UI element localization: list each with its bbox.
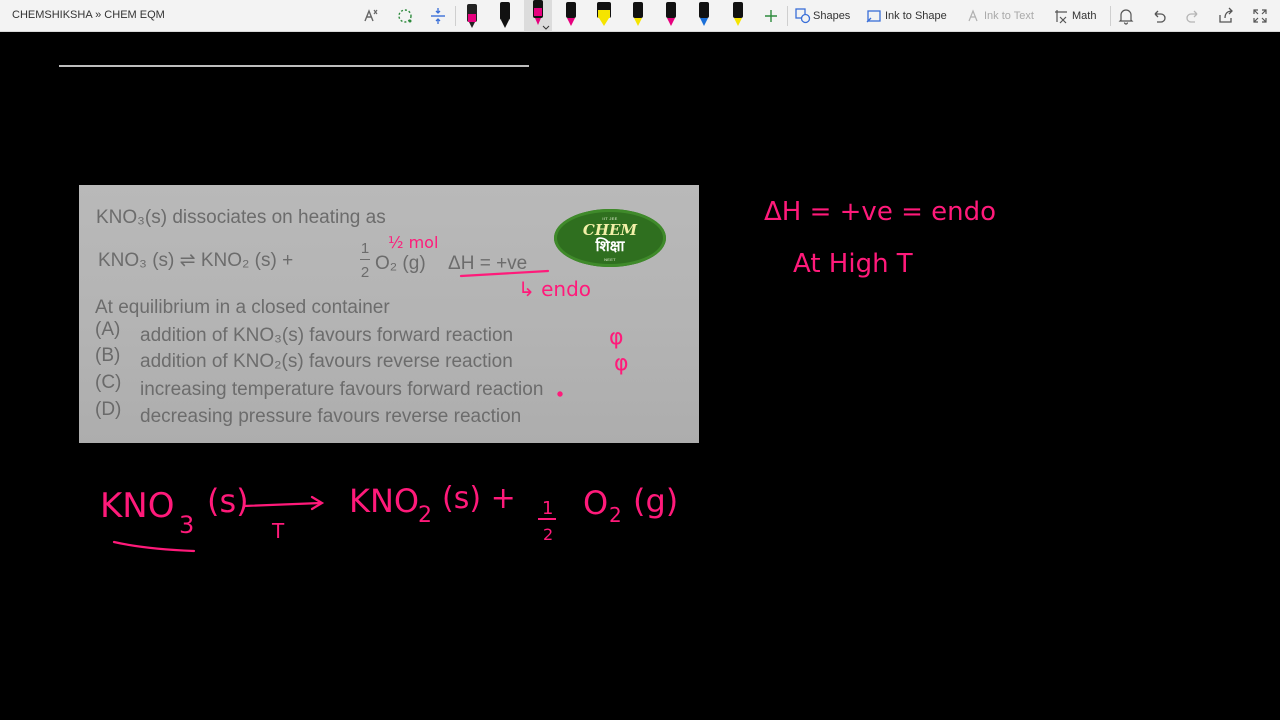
- highlighter-2[interactable]: [624, 0, 652, 32]
- condition-text: At equilibrium in a closed container: [95, 297, 390, 318]
- option-b-label: (B): [95, 345, 121, 366]
- question-intro: KNO₃(s) dissociates on heating as: [96, 207, 386, 228]
- shapes-label: Shapes: [813, 10, 851, 22]
- pasted-question-image[interactable]: KNO₃(s) dissociates on heating as KNO₃ (…: [79, 185, 699, 443]
- pen-icon: [467, 4, 477, 28]
- pen-icon: [566, 2, 576, 26]
- pen-icon: [533, 0, 550, 30]
- highlighter-icon: [597, 2, 611, 26]
- math-button[interactable]: Math: [1053, 0, 1096, 32]
- toolbar-separator: [1110, 6, 1111, 26]
- fraction-bar: [360, 259, 370, 260]
- option-c-text: increasing temperature favours forward r…: [140, 379, 544, 400]
- insert-space-icon[interactable]: [428, 6, 448, 26]
- option-a-text: addition of KNO₃(s) favours forward reac…: [140, 325, 514, 346]
- equation-left: KNO₃ (s) ⇌ KNO₂ (s) +: [98, 250, 294, 271]
- ink-to-text-button[interactable]: Ink to Text: [966, 0, 1034, 32]
- option-d-label: (D): [95, 399, 122, 420]
- option-c-label: (C): [95, 372, 122, 393]
- ink-toolbar: CHEMSHIKSHA » CHEM EQM Shapes Ink to Sha…: [0, 0, 1280, 32]
- bell-icon[interactable]: [1116, 6, 1136, 26]
- shapes-button[interactable]: Shapes: [795, 0, 850, 32]
- option-a-label: (A): [95, 319, 121, 340]
- fraction-denominator: 2: [360, 264, 370, 281]
- logo-bottom-text: NEET: [604, 257, 616, 262]
- logo-sub-text: शिक्षा: [595, 238, 625, 255]
- fraction-numerator: 1: [360, 240, 370, 257]
- pen-6[interactable]: [690, 0, 718, 32]
- ink-to-text-label: Ink to Text: [984, 10, 1034, 22]
- pen-7[interactable]: [724, 0, 752, 32]
- ink-to-text-icon: [968, 9, 978, 22]
- toolbar-separator: [787, 6, 788, 26]
- equation-right: O₂ (g): [375, 253, 426, 274]
- shapes-icon: [795, 8, 811, 24]
- share-icon[interactable]: [1216, 6, 1236, 26]
- lasso-icon[interactable]: [395, 6, 415, 26]
- pen-3-selected[interactable]: [524, 0, 552, 32]
- fullscreen-icon[interactable]: [1250, 6, 1270, 26]
- pen-4[interactable]: [557, 0, 585, 32]
- undo-icon[interactable]: [1149, 6, 1169, 26]
- ink-to-shape-button[interactable]: Ink to Shape: [866, 0, 947, 32]
- pen-icon: [699, 2, 709, 26]
- add-pen-icon[interactable]: [761, 6, 781, 26]
- toolbar-separator: [455, 6, 456, 26]
- breadcrumb[interactable]: CHEMSHIKSHA » CHEM EQM: [12, 9, 165, 21]
- option-b-text: addition of KNO₂(s) favours reverse reac…: [140, 351, 513, 372]
- chem-shiksha-logo: IIT JEE CHEM शिक्षा NEET: [554, 209, 666, 267]
- highlighter-1[interactable]: [590, 0, 618, 32]
- pen-icon: [500, 2, 510, 28]
- pen-5[interactable]: [657, 0, 685, 32]
- ink-to-shape-label: Ink to Shape: [885, 10, 947, 22]
- math-icon: [1055, 10, 1067, 24]
- pen-1[interactable]: [458, 0, 486, 32]
- delta-h-text: ΔH = +ve: [448, 253, 528, 274]
- ink-to-shape-icon: [866, 10, 881, 23]
- pen-2[interactable]: [491, 0, 519, 32]
- lasso-select-icon[interactable]: [361, 6, 381, 26]
- option-d-text: decreasing pressure favours reverse reac…: [140, 406, 522, 427]
- pen-icon: [733, 2, 743, 26]
- page-divider-line: [59, 65, 529, 67]
- highlighter-icon: [633, 2, 643, 26]
- math-label: Math: [1072, 10, 1097, 22]
- pen-icon: [666, 2, 676, 26]
- redo-icon[interactable]: [1183, 6, 1203, 26]
